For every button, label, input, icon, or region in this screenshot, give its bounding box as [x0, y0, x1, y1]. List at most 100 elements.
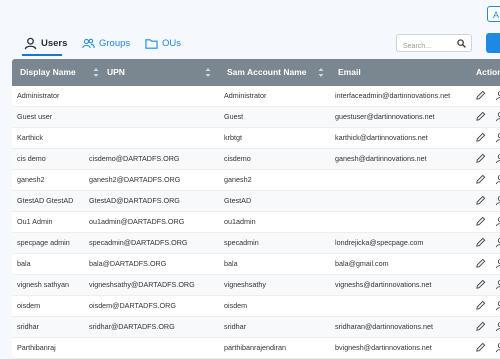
cell-upn: specadmin@DARTADFS.ORG — [89, 238, 188, 247]
table-row: bala bala@DARTADFS.ORG bala bala@gmail.com — [12, 254, 500, 275]
cell-sam-account-name: GtestAD — [224, 196, 252, 205]
cell-display-name: sridhar — [17, 322, 39, 331]
edit-icon[interactable] — [475, 321, 486, 332]
sort-icon[interactable] — [205, 67, 211, 78]
edit-icon[interactable] — [475, 279, 486, 290]
table-row: sridhar sridhar@DARTADFS.ORG sridhar sridha… — [12, 317, 500, 338]
cell-sam-account-name: sridhar — [224, 322, 246, 331]
cell-upn: bala@DARTADFS.ORG — [89, 259, 167, 268]
cell-display-name: cis demo — [17, 154, 46, 163]
add-user-button[interactable] — [486, 33, 500, 53]
table-row: oisdem oisdem@DARTADFS.ORG oisdem — [12, 296, 500, 317]
cell-display-name: Parthibanraj — [17, 343, 56, 352]
table-row: specpage admin specadmin@DARTADFS.ORG spec… — [12, 233, 500, 254]
user-action-icon[interactable] — [495, 279, 500, 290]
cell-email: sridharan@dartinnovations.net — [335, 322, 433, 331]
cell-upn: vigneshsathy@DARTADFS.ORG — [89, 280, 195, 289]
user-action-icon[interactable] — [495, 153, 500, 164]
table-row: Karthick krbtgt karthick@dartinnovations.n… — [12, 128, 500, 149]
cell-email: londrejicka@specpage.com — [335, 238, 424, 247]
user-action-icon[interactable] — [495, 90, 500, 101]
tab-ous[interactable]: OUs — [145, 33, 181, 53]
cell-display-name: bala — [17, 259, 31, 268]
cell-display-name: Karthick — [17, 133, 43, 142]
folder-icon — [145, 38, 158, 49]
cell-email: vigneshs@dartinnovations.net — [335, 280, 432, 289]
cell-upn: sridhar@DARTADFS.ORG — [89, 322, 175, 331]
active-tab-indicator — [22, 54, 62, 56]
table-body: Administrator Administrator interfaceadmin… — [12, 86, 500, 359]
user-action-icon[interactable] — [495, 216, 500, 227]
col-action: Action — [476, 67, 500, 77]
cell-email: ganesh@dartinnovations.net — [335, 154, 427, 163]
cell-display-name: Ou1 Admin — [17, 217, 53, 226]
user-action-icon[interactable] — [495, 342, 500, 353]
edit-icon[interactable] — [475, 300, 486, 311]
cell-email: karthick@dartinnovations.net — [335, 133, 428, 142]
cell-sam-account-name: specadmin — [224, 238, 259, 247]
cell-sam-account-name: Administrator — [224, 91, 267, 100]
edit-icon[interactable] — [475, 174, 486, 185]
table-row: GtestAD GtestAD GtestAD@DARTADFS.ORG Gtest… — [12, 191, 500, 212]
user-action-icon[interactable] — [495, 300, 500, 311]
cell-display-name: Guest user — [17, 112, 53, 121]
user-action-icon[interactable] — [495, 321, 500, 332]
cell-sam-account-name: oisdem — [224, 301, 248, 310]
col-display-name[interactable]: Display Name — [20, 59, 76, 86]
user-action-icon[interactable] — [495, 111, 500, 122]
edit-icon[interactable] — [475, 132, 486, 143]
tab-ous-label: OUs — [162, 37, 181, 49]
search-icon[interactable] — [457, 39, 466, 48]
edit-icon[interactable] — [475, 90, 486, 101]
user-action-icon[interactable] — [495, 132, 500, 143]
edit-icon[interactable] — [475, 153, 486, 164]
user-action-icon[interactable] — [495, 195, 500, 206]
col-email[interactable]: Email — [338, 59, 361, 86]
cell-upn: ou1admin@DARTADFS.ORG — [89, 217, 185, 226]
tab-groups-label: Groups — [99, 37, 131, 49]
sort-icon[interactable] — [318, 67, 324, 78]
edit-icon[interactable] — [475, 195, 486, 206]
cell-email: interfaceadmin@dartinnovations.net — [335, 91, 451, 100]
col-sam-account-name[interactable]: Sam Account Name — [227, 59, 307, 86]
cell-sam-account-name: krbtgt — [224, 133, 242, 142]
user-action-icon[interactable] — [495, 237, 500, 248]
user-action-icon[interactable] — [495, 174, 500, 185]
cell-display-name: specpage admin — [17, 238, 70, 247]
col-upn[interactable]: UPN — [107, 59, 125, 86]
table-row: cis demo cisdemo@DARTADFS.ORG cisdemo ganes… — [12, 149, 500, 170]
edit-icon[interactable] — [475, 237, 486, 248]
cell-email: guestuser@dartinnovations.net — [335, 112, 435, 121]
table-row: vignesh sathyan vigneshsathy@DARTADFS.ORG… — [12, 275, 500, 296]
search-input[interactable] — [401, 38, 461, 55]
cell-display-name: vignesh sathyan — [17, 280, 69, 289]
cell-display-name: GtestAD GtestAD — [17, 196, 74, 205]
table-row: Ou1 Admin ou1admin@DARTADFS.ORG ou1admin — [12, 212, 500, 233]
cell-sam-account-name: vigneshsathy — [224, 280, 266, 289]
cell-sam-account-name: ou1admin — [224, 217, 256, 226]
tab-users[interactable]: Users — [24, 33, 67, 53]
edit-icon[interactable] — [475, 216, 486, 227]
table-row: Parthibanraj parthibanrajendiran bvignesh@… — [12, 338, 500, 359]
tab-users-label: Users — [41, 37, 68, 49]
groups-icon — [82, 38, 95, 48]
cell-upn: cisdemo@DARTADFS.ORG — [89, 154, 180, 163]
top-right-button[interactable]: A — [487, 6, 500, 22]
cell-sam-account-name: ganesh2 — [224, 175, 252, 184]
table-row: Administrator Administrator interfaceadmin… — [12, 86, 500, 107]
cell-upn: GtestAD@DARTADFS.ORG — [89, 196, 180, 205]
cell-email: bala@gmail.com — [335, 259, 389, 268]
cell-email: bvignesh@dartinnovations.net — [335, 343, 432, 352]
table-row: Guest user Guest guestuser@dartinnovations… — [12, 107, 500, 128]
user-action-icon[interactable] — [495, 258, 500, 269]
edit-icon[interactable] — [475, 258, 486, 269]
table-row: ganesh2 ganesh2@DARTADFS.ORG ganesh2 — [12, 170, 500, 191]
cell-upn: ganesh2@DARTADFS.ORG — [89, 175, 181, 184]
table-header: Display Name UPN Sam Account Name Email … — [12, 59, 500, 86]
edit-icon[interactable] — [475, 111, 486, 122]
cell-upn: oisdem@DARTADFS.ORG — [89, 301, 176, 310]
tab-groups[interactable]: Groups — [82, 33, 130, 53]
search-box — [396, 34, 472, 55]
sort-icon[interactable] — [93, 67, 99, 78]
edit-icon[interactable] — [475, 342, 486, 353]
